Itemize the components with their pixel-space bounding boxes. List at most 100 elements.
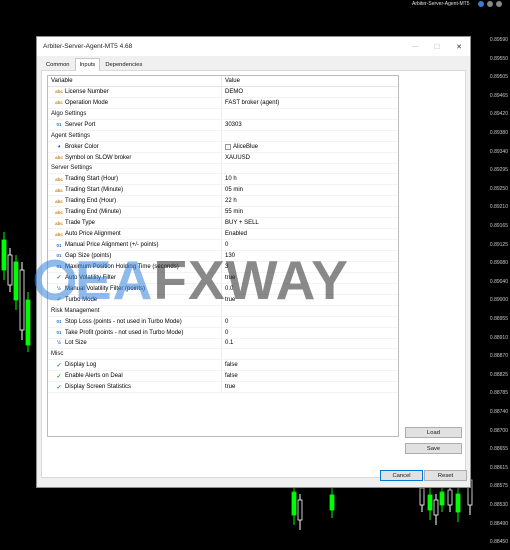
value-cell[interactable]: 55 min <box>222 207 398 217</box>
grid-row[interactable]: ✓ Display Log false <box>48 360 398 372</box>
dialog-titlebar[interactable]: Arbiter-Server-Agent-MT5 4.68 — ☐ ✕ <box>37 37 470 56</box>
value-cell <box>222 306 398 316</box>
candle-body <box>1 239 7 271</box>
grid-group-row[interactable]: Agent Settings <box>48 130 398 142</box>
grid-row[interactable]: 01 Server Port 30303 <box>48 119 398 131</box>
candle-body <box>439 491 445 506</box>
price-axis-label: 0.89295 <box>489 167 508 174</box>
variable-cell: abc Operation Mode <box>48 97 222 108</box>
value-cell[interactable]: true <box>222 273 398 283</box>
value-cell[interactable]: false <box>222 371 398 381</box>
string-type-icon: abc <box>55 198 63 204</box>
tab-dependencies[interactable]: Dependencies <box>100 58 148 70</box>
grid-row[interactable]: abc Auto Price Alignment Enabled <box>48 229 398 241</box>
grid-row[interactable]: 01 Maximum Position Holding Time (seconds… <box>48 261 398 273</box>
value-cell[interactable]: 05 min <box>222 185 398 195</box>
save-button[interactable]: Save <box>405 443 462 454</box>
grid-row[interactable]: abc Trade Type BUY + SELL <box>48 218 398 230</box>
grid-row[interactable]: 01 Gap Size (points) 130 <box>48 251 398 262</box>
variable-value: true <box>225 296 236 303</box>
grid-header: Variable Value <box>48 76 398 87</box>
grid-row[interactable]: abc Trading End (Hour) 22 h <box>48 196 398 208</box>
candle-body <box>427 494 433 511</box>
value-cell[interactable]: Enabled <box>222 229 398 239</box>
variable-name: Enable Alerts on Deal <box>65 373 123 380</box>
value-cell[interactable]: 0.1 <box>222 339 398 349</box>
variable-value: DEMO <box>225 88 243 95</box>
grid-row[interactable]: abc Trading Start (Hour) 10 h <box>48 174 398 186</box>
value-cell[interactable]: 22 h <box>222 196 398 206</box>
load-button[interactable]: Load <box>405 427 462 438</box>
price-axis-label: 0.88655 <box>489 446 508 453</box>
variable-cell: abc Trading Start (Minute) <box>48 185 222 196</box>
grid-row[interactable]: abc Operation Mode FAST broker (agent) <box>48 97 398 109</box>
chart-ctrl-icon[interactable] <box>487 1 493 7</box>
maximize-icon[interactable]: ☐ <box>426 37 448 56</box>
value-cell[interactable]: 0 <box>222 328 398 338</box>
value-cell[interactable]: 0 <box>222 240 398 250</box>
price-axis-label: 0.89340 <box>489 148 508 155</box>
grid-row[interactable]: ✓ Enable Alerts on Deal false <box>48 371 398 383</box>
grid-row[interactable]: ✓ Turbo Mode true <box>48 294 398 306</box>
variable-cell: Server Settings <box>48 163 222 174</box>
price-axis-label: 0.89250 <box>489 185 508 192</box>
value-cell[interactable]: XAUUSD <box>222 153 398 163</box>
grid-row[interactable]: ½ Lot Size 0.1 <box>48 338 398 350</box>
grid-group-row[interactable]: Server Settings <box>48 163 398 175</box>
grid-row[interactable]: ½ Manual Volatility Filter (points) 0.0 <box>48 283 398 295</box>
column-header-variable[interactable]: Variable <box>48 76 222 86</box>
variable-name: Auto Volatility Filter <box>65 274 117 281</box>
cancel-button[interactable]: Cancel <box>380 470 423 481</box>
variable-cell: ½ Manual Volatility Filter (points) <box>48 283 222 294</box>
grid-group-row[interactable]: Misc <box>48 349 398 361</box>
variable-name: Broker Color <box>65 143 99 150</box>
value-cell[interactable]: DEMO <box>222 87 398 97</box>
price-axis-label: 0.88490 <box>489 520 508 527</box>
grid-row[interactable]: abc Symbol on SLOW broker XAUUSD <box>48 152 398 164</box>
value-cell[interactable]: FAST broker (agent) <box>222 98 398 108</box>
value-cell[interactable]: 3 <box>222 262 398 272</box>
chart-ctrl-icon[interactable] <box>478 1 484 7</box>
chart-title: Arbiter-Server-Agent-MT5 <box>412 1 470 7</box>
variable-cell: abc Trading End (Minute) <box>48 207 222 218</box>
string-type-icon: abc <box>55 187 63 193</box>
column-header-value[interactable]: Value <box>222 76 398 86</box>
variable-value: Enabled <box>225 231 248 238</box>
grid-group-row[interactable]: Algo Settings <box>48 108 398 120</box>
value-cell[interactable]: true <box>222 382 398 392</box>
value-cell[interactable]: BUY + SELL <box>222 218 398 228</box>
variable-cell: abc Symbol on SLOW broker <box>48 152 222 163</box>
grid-row[interactable]: ✓ Display Screen Statistics true <box>48 382 398 394</box>
value-cell[interactable]: 30303 <box>222 120 398 130</box>
reset-button[interactable]: Reset <box>424 470 467 481</box>
variable-name: Take Profit (points - not used in Turbo … <box>65 329 184 336</box>
value-cell[interactable]: false <box>222 360 398 370</box>
variable-value: false <box>225 362 238 369</box>
grid-row[interactable]: abc Trading End (Minute) 55 min <box>48 207 398 219</box>
candle-body <box>329 494 335 511</box>
variable-value: 0.0 <box>225 285 234 292</box>
minimize-icon[interactable]: — <box>404 37 426 56</box>
double-type-icon: ½ <box>56 285 62 292</box>
value-cell[interactable]: 130 <box>222 251 398 261</box>
value-cell[interactable]: 10 h <box>222 174 398 184</box>
variable-name: Operation Mode <box>65 99 109 106</box>
value-cell[interactable]: 0.0 <box>222 284 398 294</box>
value-cell[interactable]: 0 <box>222 317 398 327</box>
variable-name: Server Port <box>65 121 96 128</box>
value-cell[interactable]: true <box>222 295 398 305</box>
grid-row[interactable]: 01 Take Profit (points - not used in Turb… <box>48 327 398 339</box>
grid-row[interactable]: abc License Number DEMO <box>48 86 398 98</box>
grid-row[interactable]: abc Trading Start (Minute) 05 min <box>48 185 398 197</box>
grid-group-row[interactable]: Risk Management <box>48 305 398 317</box>
close-icon[interactable]: ✕ <box>448 37 470 56</box>
tab-common[interactable]: Common <box>41 58 75 70</box>
grid-row[interactable]: ◕ Broker Color AliceBlue <box>48 141 398 153</box>
grid-row[interactable]: 01 Manual Price Alignment (+/- points) 0 <box>48 240 398 251</box>
grid-row[interactable]: ✓ Auto Volatility Filter true <box>48 272 398 284</box>
tab-inputs[interactable]: Inputs <box>74 58 101 71</box>
value-cell[interactable]: AliceBlue <box>222 142 398 152</box>
chart-ctrl-icon[interactable] <box>496 1 502 7</box>
variable-value: 130 <box>225 252 236 259</box>
grid-row[interactable]: 01 Stop Loss (points - not used in Turbo … <box>48 316 398 328</box>
